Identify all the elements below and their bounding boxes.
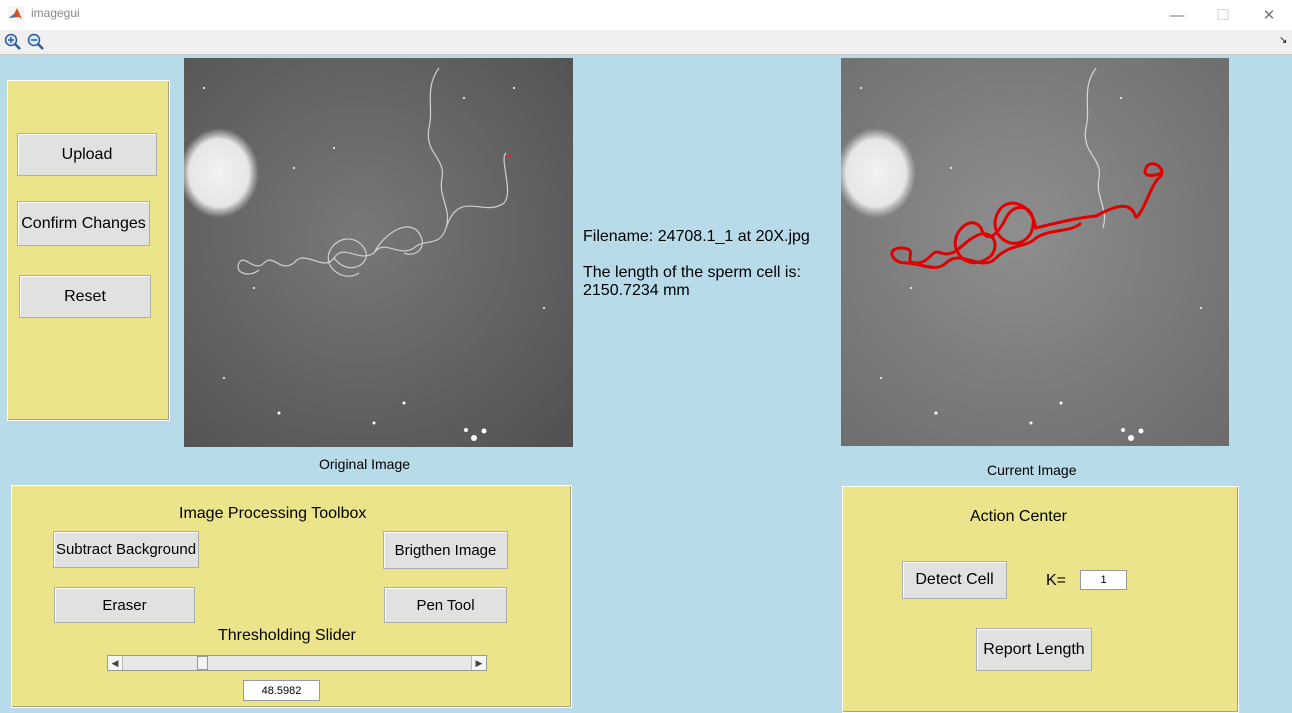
close-icon: ✕ <box>1262 7 1276 24</box>
upload-button[interactable]: Upload <box>17 133 157 176</box>
window-title: imagegui <box>31 6 80 20</box>
k-label: K= <box>1046 572 1067 589</box>
toolbox-title: Image Processing Toolbox <box>179 505 367 522</box>
toolbar-expand-icon[interactable]: ↘ <box>1279 35 1287 46</box>
subtract-background-button[interactable]: Subtract Background <box>53 531 199 568</box>
current-image-caption: Current Image <box>987 462 1077 478</box>
original-image-caption: Original Image <box>319 456 411 472</box>
reset-button[interactable]: Reset <box>19 275 151 318</box>
report-length-button[interactable]: Report Length <box>976 628 1092 671</box>
brighten-image-button[interactable]: Brigthen Image <box>383 531 508 569</box>
info-text: Filename: 24708.1_1 at 20X.jpg The lengt… <box>583 228 810 300</box>
current-image <box>841 58 1229 446</box>
confirm-changes-button[interactable]: Confirm Changes <box>17 201 150 246</box>
slider-left-arrow-icon[interactable]: ◀ <box>108 656 123 670</box>
k-value-field[interactable]: 1 <box>1080 570 1127 590</box>
zoom-out-icon[interactable] <box>26 32 46 52</box>
eraser-button[interactable]: Eraser <box>54 587 195 623</box>
length-label: The length of the sperm cell is: <box>583 264 801 281</box>
maximize-icon: ☐ <box>1216 7 1230 24</box>
minimize-button[interactable]: — <box>1154 0 1200 30</box>
filename-text: Filename: 24708.1_1 at 20X.jpg <box>583 228 810 245</box>
minimize-icon: — <box>1169 6 1185 24</box>
zoom-in-icon[interactable] <box>3 32 23 52</box>
title-bar: imagegui — ☐ ✕ <box>0 0 1292 30</box>
file-panel <box>7 80 170 421</box>
toolbar <box>0 30 1292 55</box>
matlab-app-icon <box>8 6 24 22</box>
thresholding-slider-label: Thresholding Slider <box>218 627 356 644</box>
length-value: 2150.7234 mm <box>583 282 690 299</box>
thresholding-slider[interactable]: ◀ ▶ <box>107 655 487 671</box>
detect-cell-button[interactable]: Detect Cell <box>902 561 1007 599</box>
pen-tool-button[interactable]: Pen Tool <box>384 587 507 623</box>
maximize-button[interactable]: ☐ <box>1200 0 1246 30</box>
slider-right-arrow-icon[interactable]: ▶ <box>471 656 486 670</box>
slider-thumb[interactable] <box>196 656 208 670</box>
original-image <box>184 58 573 447</box>
close-button[interactable]: ✕ <box>1246 0 1292 30</box>
threshold-value-field[interactable]: 48.5982 <box>243 680 320 701</box>
action-center-title: Action Center <box>970 508 1067 525</box>
